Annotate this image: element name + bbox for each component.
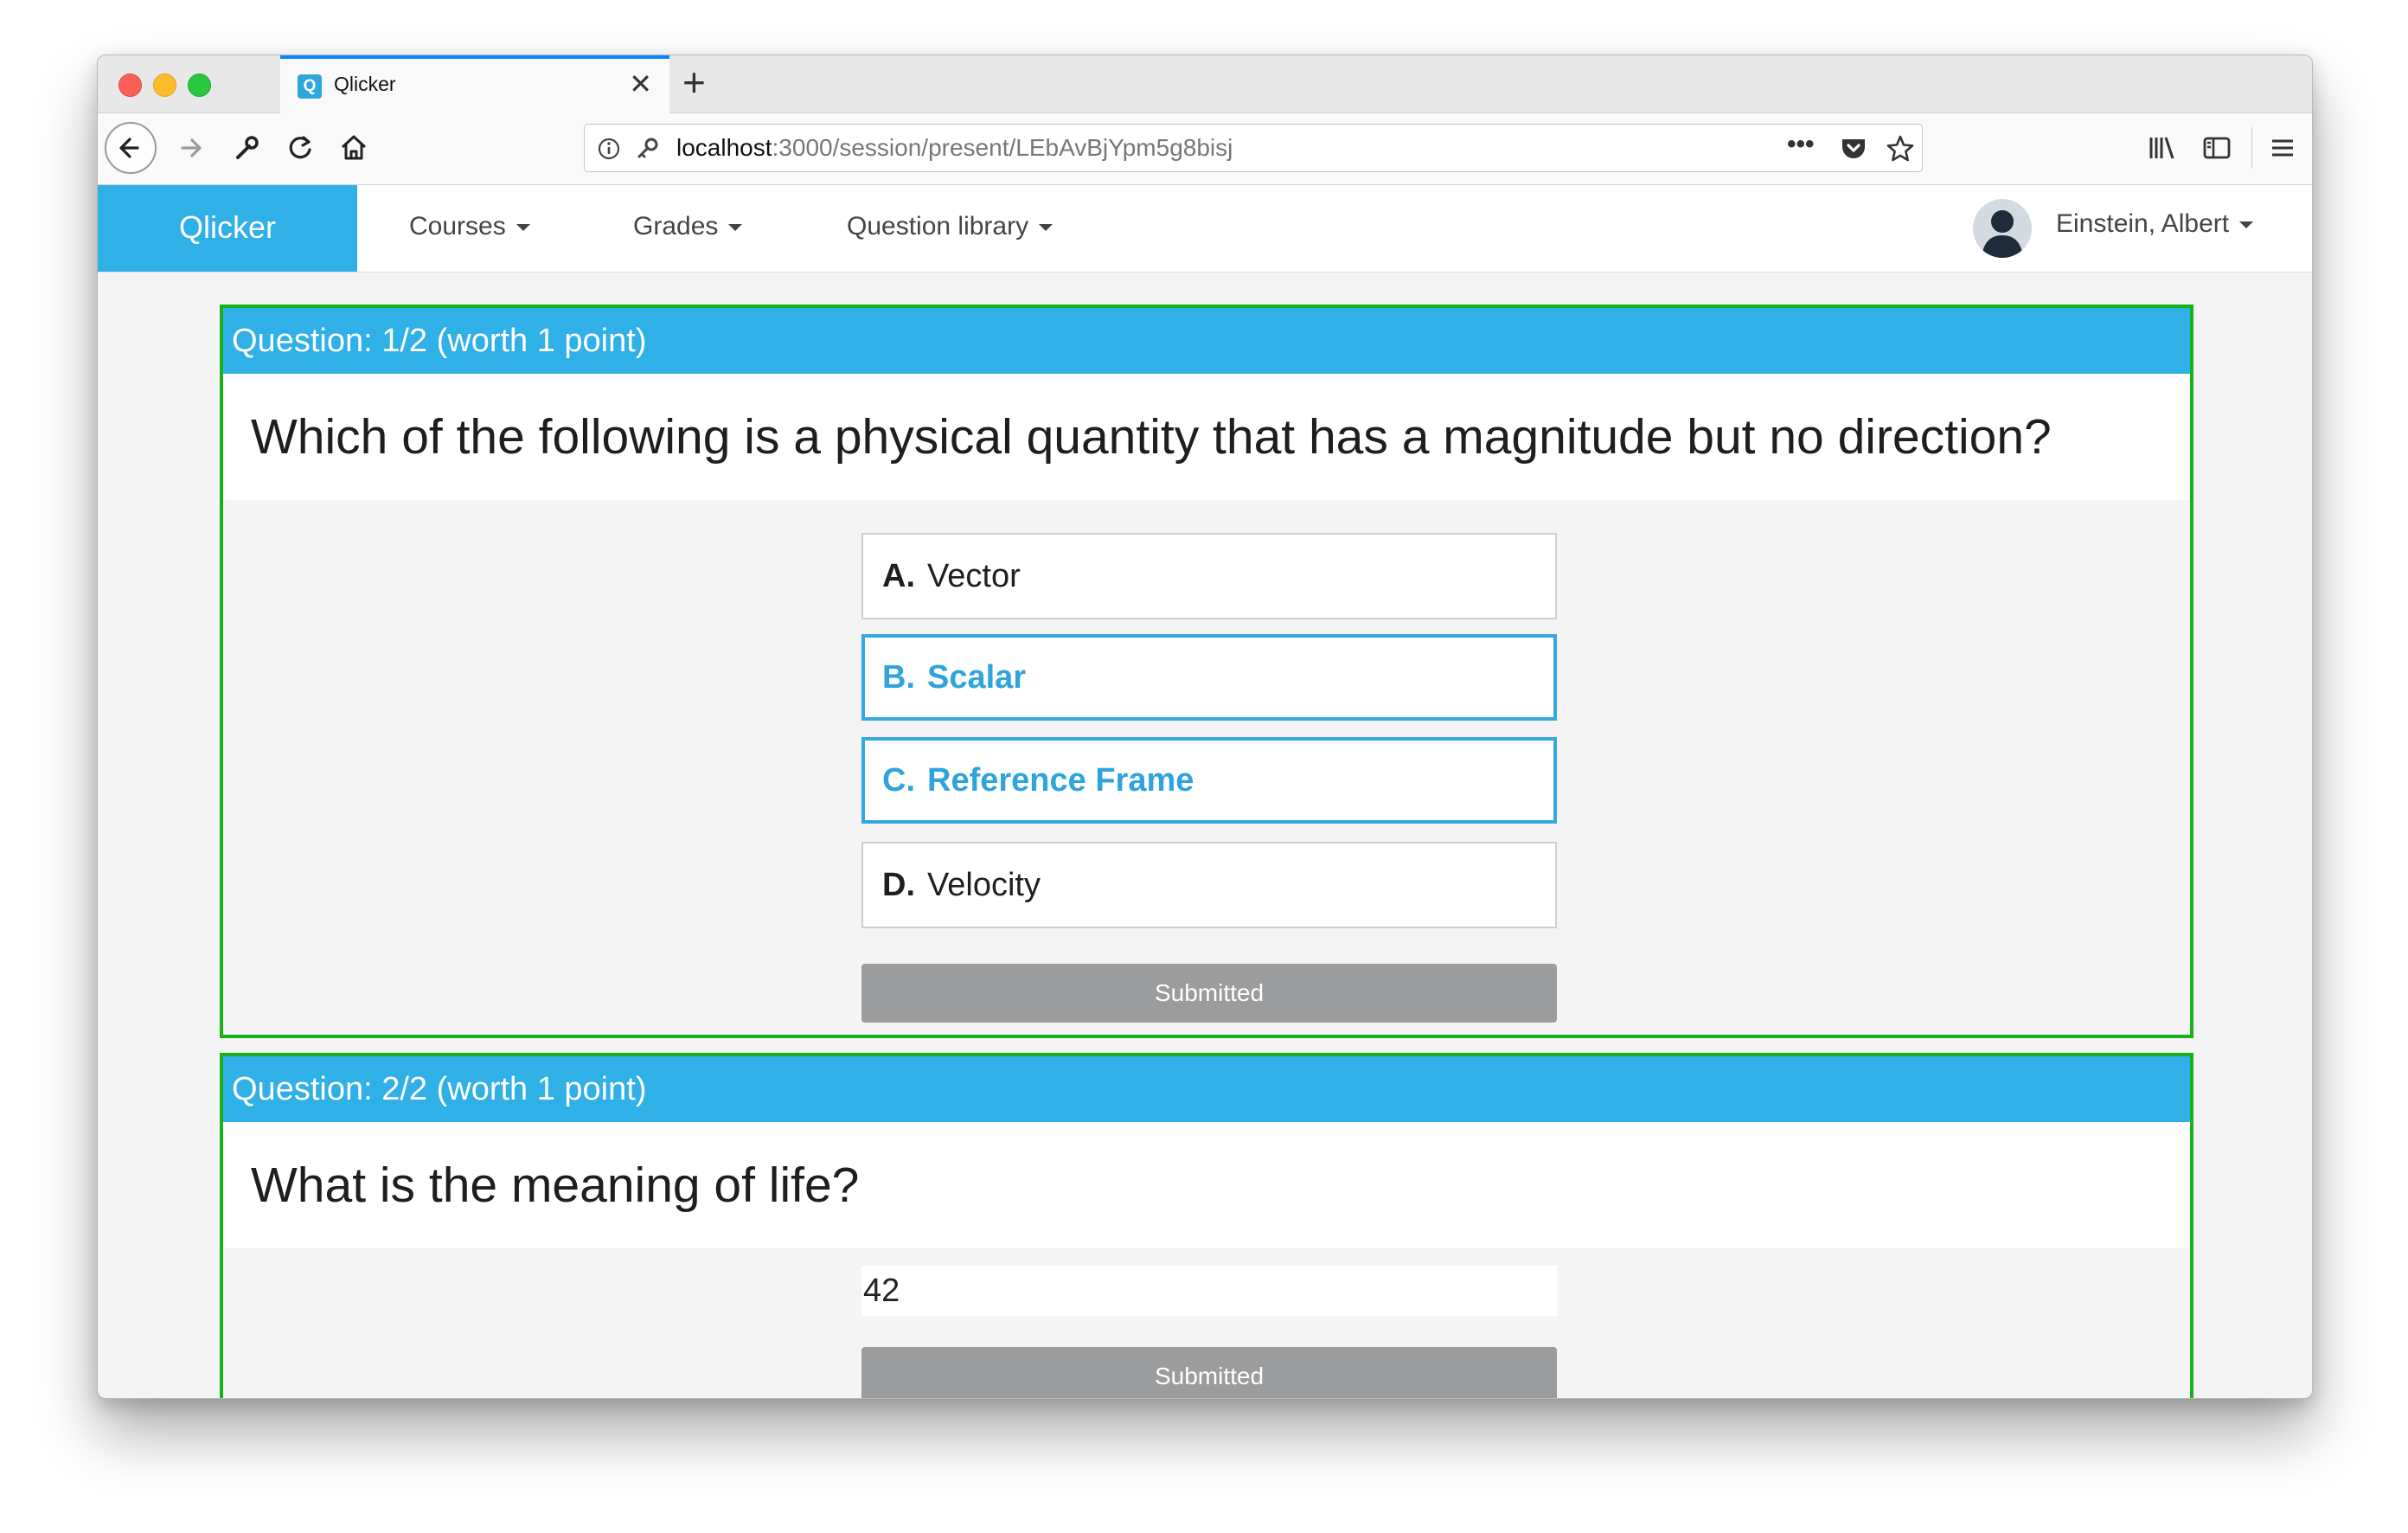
question-text: Which of the following is a physical qua…: [223, 374, 2190, 500]
user-name: Einstein, Albert: [2056, 209, 2230, 238]
sidebar-icon[interactable]: [2200, 131, 2234, 165]
tab-title: Qlicker: [334, 73, 396, 95]
star-icon[interactable]: [1886, 134, 1915, 164]
question-header: Question: 1/2 (worth 1 point): [223, 308, 2190, 374]
caret-down-icon: [728, 224, 743, 232]
wrench-icon[interactable]: [227, 129, 266, 167]
question-header: Question: 2/2 (worth 1 point): [223, 1056, 2190, 1122]
toolbar-separator: [2251, 127, 2252, 169]
answer-text: Reference Frame: [927, 762, 1194, 799]
nav-question-library-dropdown[interactable]: Question library: [847, 212, 1054, 241]
app-navbar: Qlicker Courses Grades Question library …: [98, 185, 2312, 273]
question-card: Question: 2/2 (worth 1 point) What is th…: [220, 1053, 2193, 1398]
url-path: :3000/session/present/LEbAvBjYpm5g8bisj: [772, 134, 1233, 161]
answer-text: Velocity: [927, 867, 1041, 903]
close-icon[interactable]: ✕: [629, 67, 652, 100]
url-bar[interactable]: localhost:3000/session/present/LEbAvBjYp…: [584, 124, 1923, 172]
answer-text: Vector: [927, 558, 1021, 594]
user-menu-dropdown[interactable]: Einstein, Albert: [2056, 209, 2254, 239]
submitted-button[interactable]: Submitted: [861, 1347, 1557, 1398]
url-text[interactable]: localhost:3000/session/present/LEbAvBjYp…: [676, 134, 1233, 162]
brand-logo[interactable]: Qlicker: [98, 185, 357, 272]
qlicker-favicon-icon: Q: [298, 74, 322, 99]
avatar[interactable]: [1973, 199, 2032, 258]
window-maximize-button[interactable]: [188, 74, 211, 97]
answer-option-a[interactable]: A. Vector: [861, 533, 1557, 619]
window-minimize-button[interactable]: [153, 74, 176, 97]
browser-tab[interactable]: Q Qlicker ✕: [280, 55, 669, 113]
reload-icon[interactable]: [281, 129, 319, 167]
nav-grades-dropdown[interactable]: Grades: [633, 212, 743, 241]
info-icon[interactable]: [597, 137, 621, 161]
answer-option-c[interactable]: C. Reference Frame: [861, 737, 1557, 824]
user-silhouette-icon: [1982, 210, 2023, 258]
nav-question-library-label: Question library: [847, 212, 1029, 241]
library-icon[interactable]: [2144, 131, 2179, 165]
caret-down-icon: [1039, 224, 1054, 232]
answer-letter: C.: [882, 762, 915, 799]
answer-text: Scalar: [927, 659, 1027, 696]
nav-courses-dropdown[interactable]: Courses: [409, 212, 530, 241]
nav-grades-label: Grades: [633, 212, 719, 241]
key-icon[interactable]: [633, 135, 661, 163]
more-actions-icon[interactable]: •••: [1787, 130, 1815, 159]
caret-down-icon: [2239, 221, 2254, 229]
back-button[interactable]: [105, 122, 157, 174]
caret-down-icon: [516, 224, 530, 232]
nav-courses-label: Courses: [409, 212, 506, 241]
answer-letter: A.: [882, 558, 915, 594]
url-host: localhost: [676, 134, 772, 161]
submitted-button[interactable]: Submitted: [861, 964, 1557, 1023]
tab-strip: Q Qlicker ✕ +: [98, 55, 2312, 113]
answer-letter: D.: [882, 867, 915, 903]
browser-window: Q Qlicker ✕ + localhost:3000/session/pre…: [97, 55, 2313, 1399]
answer-option-d[interactable]: D. Velocity: [861, 842, 1557, 928]
window-close-button[interactable]: [118, 74, 142, 97]
short-answer-field[interactable]: 42: [861, 1266, 1557, 1316]
answer-option-b[interactable]: B. Scalar: [861, 634, 1557, 721]
browser-toolbar: localhost:3000/session/present/LEbAvBjYp…: [98, 113, 2312, 185]
hamburger-menu-icon[interactable]: [2265, 131, 2300, 165]
answer-letter: B.: [882, 659, 915, 696]
forward-button[interactable]: [172, 129, 210, 167]
new-tab-button[interactable]: +: [682, 59, 706, 106]
question-text: What is the meaning of life?: [223, 1122, 2190, 1248]
question-card: Question: 1/2 (worth 1 point) Which of t…: [220, 305, 2193, 1038]
home-icon[interactable]: [335, 129, 373, 167]
pocket-icon[interactable]: [1839, 135, 1868, 163]
arrow-left-icon: [119, 138, 139, 158]
